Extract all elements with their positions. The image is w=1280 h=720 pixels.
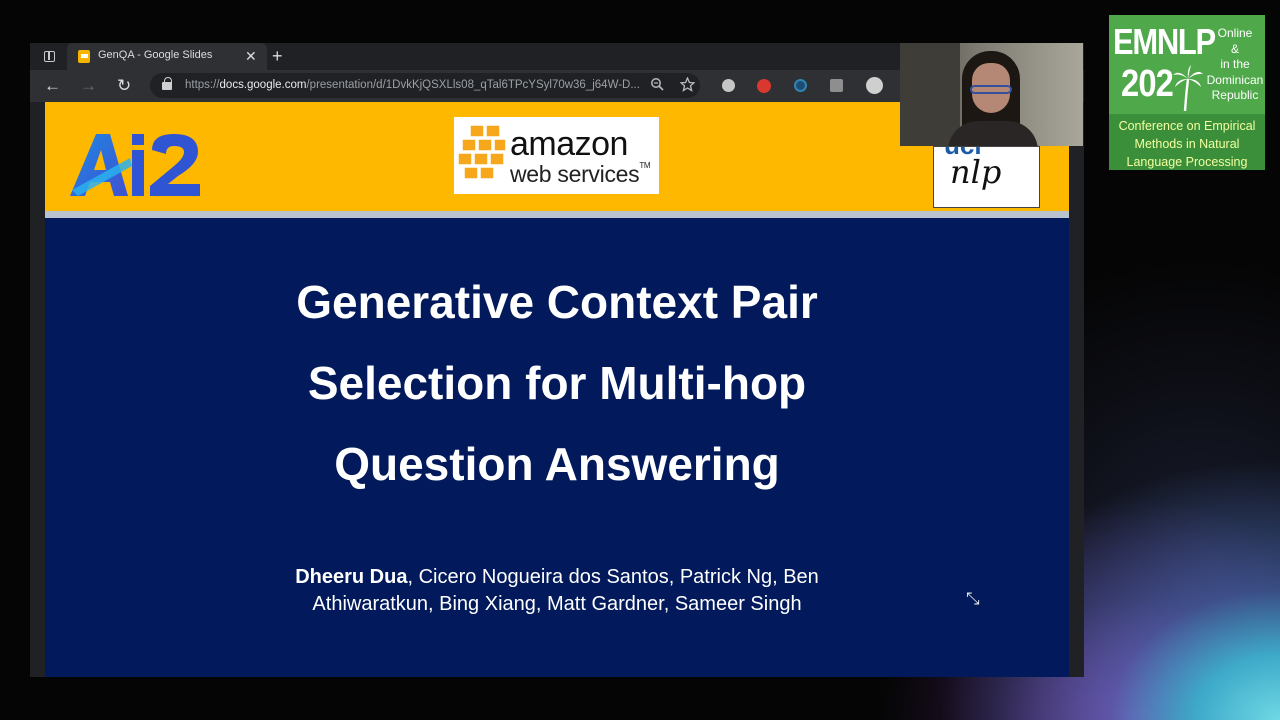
address-bar[interactable]: https://docs.google.com/presentation/d/1… — [150, 73, 700, 98]
aws-wordmark: amazon — [510, 125, 628, 163]
url-scheme: https:// — [185, 79, 220, 91]
tab-genqa[interactable]: GenQA - Google Slides ✕ — [67, 43, 267, 70]
ai2-logo — [70, 134, 200, 196]
close-tab-icon[interactable]: ✕ — [245, 47, 257, 65]
slide-title: Generative Context Pair Selection for Mu… — [117, 262, 997, 505]
extension-target-icon[interactable] — [794, 79, 807, 92]
back-button[interactable]: ← — [44, 76, 61, 96]
url-path: /presentation/d/1DvkKjQSXLls08_qTal6TPcY… — [306, 79, 640, 91]
tab-actions-icon[interactable] — [44, 51, 55, 62]
co-authors-line1: , Cicero Nogueira dos Santos, Patrick Ng… — [407, 566, 819, 588]
author-line-1: Dheeru Dua, Cicero Nogueira dos Santos, … — [137, 564, 977, 591]
url-host: docs.google.com — [219, 79, 307, 91]
webcam-speaker-glasses — [970, 85, 1012, 94]
speaker-webcam — [900, 43, 1083, 146]
resize-cursor-icon: ⤡ — [966, 589, 980, 608]
favorite-star-icon[interactable] — [679, 76, 696, 96]
tab-title: GenQA - Google Slides — [98, 49, 213, 61]
location-line: in the — [1220, 57, 1250, 71]
header-divider — [45, 211, 1069, 218]
conference-name: EMNLP — [1113, 21, 1216, 62]
slide-title-line: Selection for Multi-hop — [307, 357, 807, 409]
aws-subtitle: web servicesTM — [510, 161, 651, 188]
first-author: Dheeru Dua — [295, 566, 408, 588]
new-tab-button[interactable]: + — [272, 45, 283, 67]
conference-full-name: Conference on Empirical Methods in Natur… — [1109, 117, 1265, 171]
profile-avatar-icon[interactable] — [866, 77, 883, 94]
location-line: & — [1230, 41, 1239, 56]
location-line: Online — [1217, 26, 1253, 40]
author-list: Dheeru Dua, Cicero Nogueira dos Santos, … — [137, 564, 977, 618]
zoom-icon[interactable] — [650, 77, 664, 95]
conference-year: 202 — [1121, 63, 1174, 105]
reload-button[interactable]: ↻ — [117, 76, 131, 96]
conference-location: Online & in the Dominican Republic — [1205, 26, 1265, 104]
lock-icon[interactable] — [162, 77, 172, 90]
aws-subtitle-text: web services — [510, 161, 640, 187]
aws-cubes-icon — [457, 124, 507, 180]
forward-button[interactable]: → — [80, 76, 97, 96]
adblock-icon[interactable] — [757, 79, 771, 93]
author-line-2: Athiwaratkun, Bing Xiang, Matt Gardner, … — [312, 593, 802, 615]
slide-title-line: Generative Context Pair — [296, 276, 818, 328]
palm-tree-icon — [1173, 65, 1203, 111]
uci-nlp-text: nlp — [950, 153, 1002, 191]
uci-nlp-logo: uci nlp — [933, 146, 1040, 208]
full-name-line: Methods in Natural — [1134, 137, 1240, 151]
aws-logo: amazon web servicesTM — [454, 117, 659, 194]
collections-icon[interactable] — [830, 79, 843, 92]
slide-title-line: Question Answering — [334, 438, 780, 490]
emnlp-conference-badge: EMNLP 202 Online & in the Dominican Repu… — [1109, 15, 1265, 170]
full-name-line: Language Processing — [1126, 155, 1248, 169]
google-slides-favicon-icon — [78, 50, 90, 63]
location-line: Dominican — [1206, 72, 1264, 87]
webcam-speaker-body — [948, 121, 1038, 146]
extension-chat-icon[interactable] — [722, 79, 735, 92]
aws-trademark: TM — [639, 161, 651, 170]
emnlp-badge-top: EMNLP 202 Online & in the Dominican Repu… — [1109, 15, 1265, 114]
full-name-line: Conference on Empirical — [1118, 119, 1256, 133]
presentation-slide: amazon web servicesTM uci nlp Generative… — [45, 102, 1069, 677]
webcam-background — [900, 43, 960, 146]
location-line: Republic — [1211, 88, 1259, 102]
url-text[interactable]: https://docs.google.com/presentation/d/1… — [185, 79, 655, 91]
